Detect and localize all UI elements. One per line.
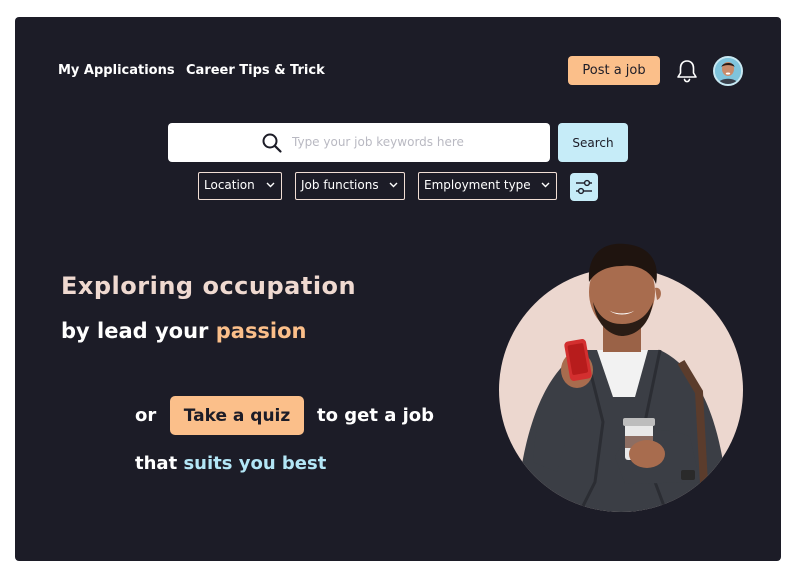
post-job-button[interactable]: Post a job	[568, 56, 660, 85]
hero-subheading-prefix: by lead your	[61, 319, 216, 343]
job-functions-dropdown[interactable]: Job functions	[295, 172, 405, 200]
job-functions-dropdown-label: Job functions	[301, 178, 379, 192]
sliders-icon	[576, 179, 592, 195]
hero-or-text: or	[135, 405, 157, 426]
hero-passion-highlight: passion	[215, 319, 307, 343]
chevron-down-icon	[389, 182, 398, 188]
hero-get-job-text: to get a job	[317, 405, 435, 426]
location-dropdown[interactable]: Location	[198, 172, 282, 200]
search-icon	[262, 133, 282, 153]
filter-settings-button[interactable]	[570, 173, 598, 201]
app-frame: My Applications Career Tips & Trick Post…	[15, 17, 781, 561]
nav-career-tips[interactable]: Career Tips & Trick	[186, 63, 325, 78]
hero-heading: Exploring occupation	[61, 272, 357, 300]
bell-icon[interactable]	[675, 58, 699, 84]
location-dropdown-label: Location	[204, 178, 255, 192]
hero-person-photo	[499, 243, 743, 512]
hero-subheading: by lead your passion	[61, 319, 307, 343]
take-quiz-button[interactable]: Take a quiz	[170, 396, 304, 435]
hero-suits-prefix: that	[135, 453, 184, 474]
hero-suits-highlight: suits you best	[183, 453, 327, 474]
nav-my-applications[interactable]: My Applications	[58, 63, 175, 78]
employment-type-dropdown[interactable]: Employment type	[418, 172, 557, 200]
search-input[interactable]	[292, 131, 542, 153]
search-button[interactable]: Search	[558, 123, 628, 162]
chevron-down-icon	[266, 182, 275, 188]
hero-suits-text: that suits you best	[135, 453, 326, 474]
search-box	[168, 123, 550, 162]
user-avatar[interactable]	[713, 56, 743, 86]
chevron-down-icon	[541, 182, 550, 188]
employment-type-dropdown-label: Employment type	[424, 178, 531, 192]
